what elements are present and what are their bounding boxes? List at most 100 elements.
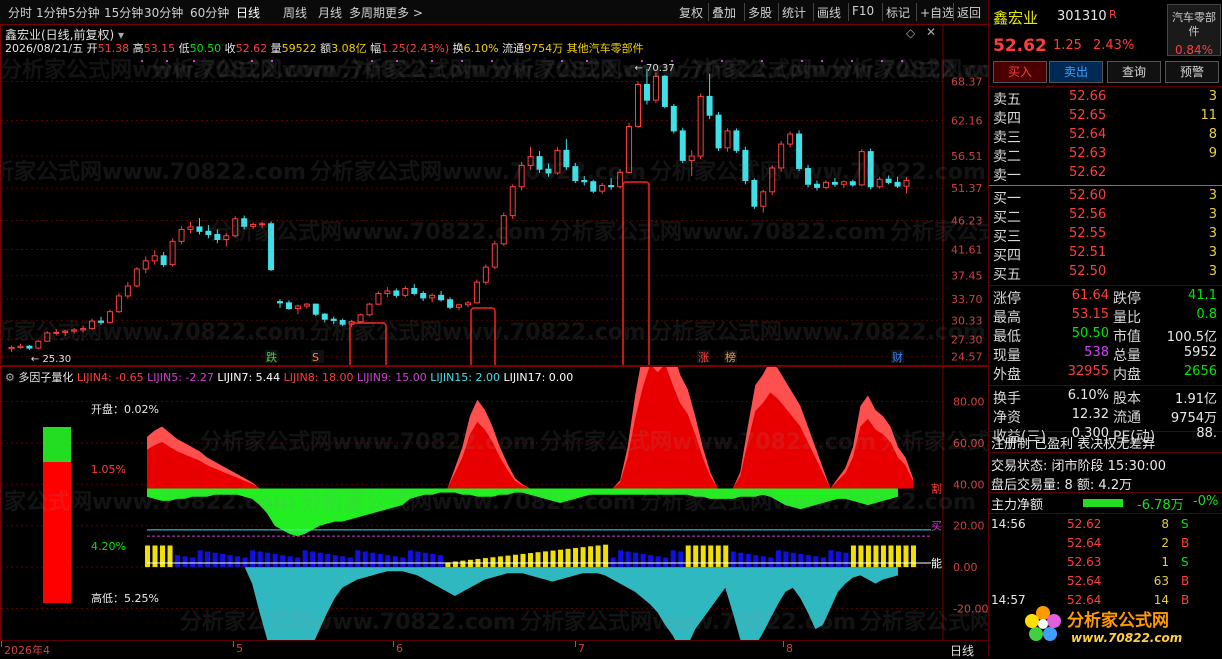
ask-vol: 8 [1208,127,1217,142]
price-pct: 2.43% [1093,38,1135,53]
date-axis-label: 5 [236,642,243,655]
toolbar-separator [916,3,917,21]
bid-vol: 3 [1208,264,1217,279]
watermark: 分析家公式网www.70822.com [860,610,988,635]
divider [989,385,1222,386]
fin-value: 0.300 [1071,426,1109,441]
tick-time: 14:57 [991,593,1026,607]
fin-value: 6.10% [1067,388,1109,403]
date-axis-label: 7 [578,642,585,655]
stat-label: 跌停 [1113,291,1141,307]
bid-price: 52.51 [1069,245,1107,260]
toolbar-separator [882,3,883,21]
stat-value: 538 [1084,345,1109,360]
date-axis-label: 8 [786,642,793,655]
watermark: 分析家公式网www.70822.com [550,220,886,245]
tick-vol: 63 [1153,574,1169,588]
period-tab-8[interactable]: 月线 [318,4,342,21]
toolbar-button-1[interactable]: 叠加 [712,4,736,21]
stat-label: 最低 [993,329,1021,345]
watermark: 分析家公式网www.70822.com [520,610,856,635]
tick-side: B [1181,593,1190,607]
bid-price: 52.50 [1069,264,1107,279]
period-tab-0[interactable]: 分时 [8,4,32,21]
ask-vol: 3 [1208,89,1217,104]
quote-panel: 鑫宏业 301310 R 汽车零部件 0.84% 52.62 1.25 2.43… [988,0,1222,657]
trade-button-2[interactable]: 查询 [1107,61,1161,83]
toolbar-button-8[interactable]: 返回 [957,4,981,21]
watermark: 分析家公式网www.70822.com [490,58,826,83]
main-flow-value: -6.78万 [1137,498,1184,513]
trade-button-0[interactable]: 买入 [993,61,1047,83]
main-flow-label: 主力净额 [991,498,1044,513]
divider [989,492,1222,493]
flower-logo-icon [1025,606,1061,641]
stat-label: 总量 [1113,348,1141,364]
trade-button-1[interactable]: 卖出 [1049,61,1103,83]
ask-price: 52.64 [1069,127,1107,142]
divider [989,285,1222,286]
stat-label: 最高 [993,310,1021,326]
toolbar-button-6[interactable]: 标记 [886,4,910,21]
fin-value: 1.91亿 [1175,392,1217,407]
tick-vol: 8 [1161,517,1169,531]
r-flag: R [1109,8,1117,21]
fin-label: 换手 [993,391,1021,407]
stat-value: 2656 [1183,364,1217,379]
bid-vol: 3 [1208,207,1217,222]
toolbar-button-5[interactable]: F10 [852,4,874,18]
period-toolbar: 分时 1分钟 5分钟 15分钟 30分钟 60分钟 日线 周线 月线 多周期 更多 > 复权 叠加 多股统… [0,0,988,25]
period-tab-3[interactable]: 15分钟 [104,4,143,21]
last-price: 52.62 [993,36,1047,56]
toolbar-button-3[interactable]: 统计 [782,4,806,21]
toolbar-button-0[interactable]: 复权 [679,4,703,21]
sector-tag-text: 汽车零部件 [1172,11,1216,38]
stat-value: 53.15 [1071,307,1109,322]
period-tab-9[interactable]: 多周期 [349,4,385,21]
watermark: 分析家公式网www.70822.com [650,160,986,185]
period-tab-4[interactable]: 30分钟 [144,4,183,21]
period-tab-5[interactable]: 60分钟 [190,4,229,21]
period-tab-7[interactable]: 周线 [283,4,307,21]
ask-price: 52.63 [1069,146,1107,161]
toolbar-button-7[interactable]: +自选 [920,4,954,21]
bid-price: 52.55 [1069,226,1107,241]
watermark: 分析家公式网www.70822.com [0,160,306,185]
period-tab-6[interactable]: 日线 [236,4,260,21]
bid-label: 买五 [993,267,1021,283]
bid-vol: 3 [1208,226,1217,241]
watermark: 分析家公式网www.70822.com [830,58,988,83]
period-tab-1[interactable]: 1分钟 [36,4,68,21]
toolbar-separator [744,3,745,21]
spread-divider [989,185,1222,186]
bid-label: 买二 [993,210,1021,226]
period-tab-2[interactable]: 5分钟 [68,4,100,21]
sector-tag[interactable]: 汽车零部件 0.84% [1167,4,1221,57]
date-tick [783,641,784,647]
tick-price: 52.62 [1067,517,1102,531]
stat-label: 市值 [1113,329,1141,345]
watermark: 分析家公式网www.70822.com [310,160,646,185]
stat-label: 现量 [993,348,1021,364]
watermark: 分析家公式网www.70822.com [0,490,296,515]
period-tab-10[interactable]: 更多 > [385,4,423,21]
tick-vol: 2 [1161,536,1169,550]
bid-price: 52.60 [1069,188,1107,203]
stat-value: 50.50 [1071,326,1109,341]
tick-side: S [1181,517,1189,531]
watermark: 分析家公式网www.70822.com [210,220,546,245]
ask-vol: 11 [1200,108,1217,123]
stat-value: 100.5亿 [1166,330,1217,345]
trade-button-3[interactable]: 预警 [1165,61,1219,83]
toolbar-button-2[interactable]: 多股 [748,4,772,21]
price-change: 1.25 [1053,38,1082,53]
tick-price: 52.64 [1067,593,1102,607]
bid-label: 买四 [993,248,1021,264]
tick-side: S [1181,555,1189,569]
toolbar-button-4[interactable]: 画线 [817,4,841,21]
stat-value: 32955 [1067,364,1109,379]
ask-price: 52.66 [1069,89,1107,104]
period-mode-label[interactable]: 日线 [950,642,974,659]
watermark: 分析家公式网www.70822.com [300,490,636,515]
ask-label: 卖二 [993,149,1021,165]
